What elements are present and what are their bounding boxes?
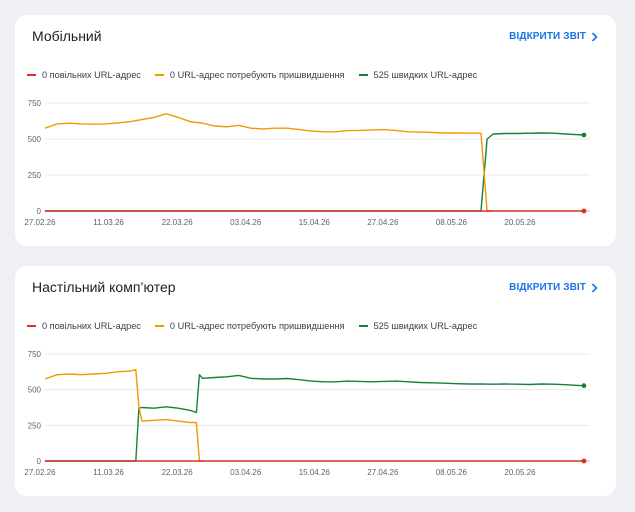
x-tick-label: 03.04.26 [230, 218, 262, 227]
desktop-card: Настільний комп’ютер ВІДКРИТИ ЗВІТ 0 пов… [15, 266, 616, 496]
x-tick-label: 22.03.26 [162, 468, 194, 477]
series-line [45, 373, 584, 462]
x-tick-label: 22.03.26 [162, 218, 194, 227]
y-tick-label: 250 [28, 171, 42, 180]
y-tick-label: 500 [28, 135, 42, 144]
series-end-point [581, 383, 587, 389]
series-end-point [581, 208, 587, 214]
y-tick-label: 500 [28, 386, 42, 395]
x-tick-label: 27.04.26 [367, 468, 399, 477]
x-tick-label: 03.04.26 [230, 468, 262, 477]
series-line [44, 368, 203, 462]
mobile-card: Мобільний ВІДКРИТИ ЗВІТ 0 повільних URL-… [15, 15, 616, 246]
x-tick-label: 08.05.26 [436, 468, 468, 477]
y-tick-label: 0 [37, 457, 42, 466]
y-tick-label: 750 [28, 350, 42, 359]
x-tick-label: 27.02.26 [24, 468, 56, 477]
x-tick-label: 08.05.26 [436, 218, 468, 227]
mobile-chart: 750 500 250 0 27.02.26 11.03.26 22.03.26 03.04.… [24, 99, 590, 227]
desktop-chart: 750 500 250 0 27.02.26 11.03.26 22.03.26 03.04.… [24, 350, 590, 477]
x-tick-label: 11.03.26 [93, 468, 124, 477]
series-line [44, 113, 494, 212]
y-tick-label: 250 [28, 421, 42, 430]
x-tick-label: 20.05.26 [504, 218, 536, 227]
y-tick-label: 0 [37, 207, 42, 216]
series-end-point [581, 132, 587, 138]
x-tick-label: 20.05.26 [504, 468, 536, 477]
series-end-point [581, 458, 587, 464]
series-line [45, 132, 584, 212]
x-tick-label: 11.03.26 [93, 218, 124, 227]
x-tick-label: 27.04.26 [367, 218, 399, 227]
x-tick-label: 15.04.26 [299, 468, 331, 477]
y-tick-label: 750 [28, 99, 42, 108]
x-tick-label: 27.02.26 [24, 218, 56, 227]
x-tick-label: 15.04.26 [299, 218, 331, 227]
